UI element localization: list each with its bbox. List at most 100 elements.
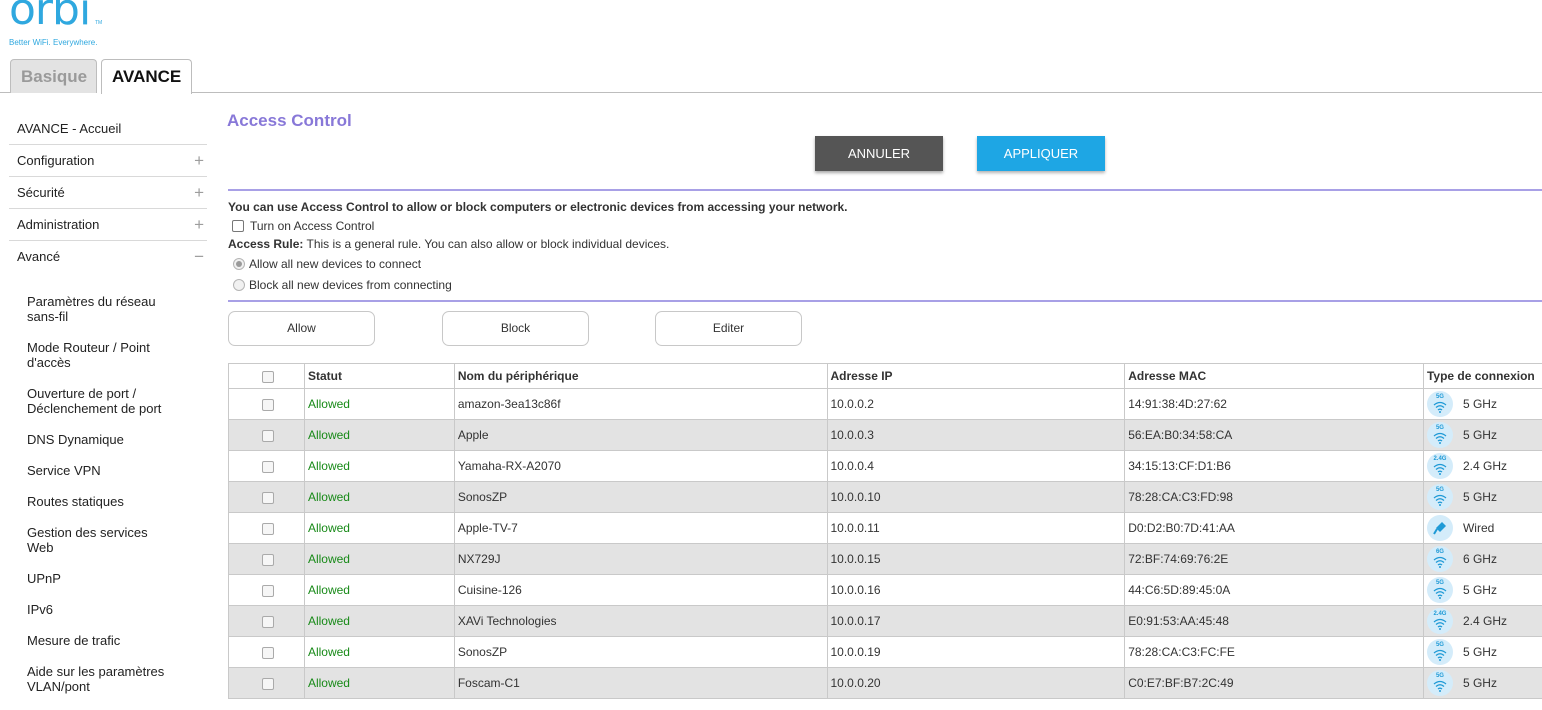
sidebar-subitem-vlan-bridge[interactable]: Aide sur les paramètres VLAN/pont bbox=[9, 664, 169, 694]
cancel-button[interactable]: ANNULER bbox=[815, 136, 943, 171]
row-checkbox[interactable] bbox=[262, 399, 274, 411]
table-row[interactable]: Allowed XAVi Technologies 10.0.0.17 E0:9… bbox=[229, 606, 1542, 637]
expand-plus-icon[interactable]: + bbox=[194, 209, 204, 241]
sidebar-item-label: Sécurité bbox=[17, 185, 65, 200]
row-connection-type: 2.4G 2.4 GHz bbox=[1423, 451, 1542, 482]
table-header-row: Statut Nom du périphérique Adresse IP Ad… bbox=[229, 364, 1542, 389]
mode-tabs: Basique AVANCE bbox=[10, 59, 192, 93]
sidebar-subitem-upnp[interactable]: UPnP bbox=[9, 571, 169, 586]
tab-divider bbox=[191, 92, 1542, 93]
band-label: 6G bbox=[1427, 549, 1453, 555]
tab-basique[interactable]: Basique bbox=[10, 59, 97, 93]
sidebar-item-avance[interactable]: Avancé − bbox=[9, 241, 207, 273]
sidebar-item-administration[interactable]: Administration + bbox=[9, 209, 207, 241]
sidebar-subitem-web-services[interactable]: Gestion des services Web bbox=[9, 525, 169, 555]
turn-on-checkbox[interactable] bbox=[232, 220, 244, 232]
row-checkbox[interactable] bbox=[262, 585, 274, 597]
row-checkbox[interactable] bbox=[262, 430, 274, 442]
table-row[interactable]: Allowed Yamaha-RX-A2070 10.0.0.4 34:15:1… bbox=[229, 451, 1542, 482]
header-connection-type[interactable]: Type de connexion bbox=[1423, 364, 1542, 389]
sidebar-subitem-traffic-meter[interactable]: Mesure de trafic bbox=[9, 633, 169, 648]
header-ip-address[interactable]: Adresse IP bbox=[827, 364, 1125, 389]
section-divider bbox=[228, 189, 1542, 191]
table-row[interactable]: Allowed SonosZP 10.0.0.19 78:28:CA:C3:FC… bbox=[229, 637, 1542, 668]
band-label: 5G bbox=[1427, 394, 1453, 400]
table-row[interactable]: Allowed Apple-TV-7 10.0.0.11 D0:D2:B0:7D… bbox=[229, 513, 1542, 544]
tab-avance[interactable]: AVANCE bbox=[101, 59, 192, 94]
table-row[interactable]: Allowed Apple 10.0.0.3 56:EA:B0:34:58:CA… bbox=[229, 420, 1542, 451]
wifi-band-icon: 5G bbox=[1427, 577, 1453, 603]
row-checkbox[interactable] bbox=[262, 554, 274, 566]
radio-block-label: Block all new devices from connecting bbox=[249, 278, 452, 292]
collapse-minus-icon[interactable]: − bbox=[194, 241, 204, 273]
row-mac-address: D0:D2:B0:7D:41:AA bbox=[1125, 513, 1424, 544]
row-select-cell bbox=[229, 451, 305, 482]
header-mac-address[interactable]: Adresse MAC bbox=[1125, 364, 1424, 389]
row-ip-address: 10.0.0.2 bbox=[827, 389, 1125, 420]
connection-type-label: 5 GHz bbox=[1463, 490, 1497, 504]
wifi-band-icon: 2.4G bbox=[1427, 453, 1453, 479]
allow-button[interactable]: Allow bbox=[228, 311, 375, 346]
wifi-band-icon: 5G bbox=[1427, 422, 1453, 448]
row-device-name: Foscam-C1 bbox=[454, 668, 827, 699]
header-device-name[interactable]: Nom du périphérique bbox=[454, 364, 827, 389]
header-status[interactable]: Statut bbox=[304, 364, 454, 389]
connection-type-label: 5 GHz bbox=[1463, 583, 1497, 597]
sidebar-item-configuration[interactable]: Configuration + bbox=[9, 145, 207, 177]
row-connection-type: 2.4G 2.4 GHz bbox=[1423, 606, 1542, 637]
row-checkbox[interactable] bbox=[262, 616, 274, 628]
row-ip-address: 10.0.0.10 bbox=[827, 482, 1125, 513]
row-status: Allowed bbox=[304, 668, 454, 699]
row-select-cell bbox=[229, 544, 305, 575]
row-select-cell bbox=[229, 668, 305, 699]
select-all-cell bbox=[229, 364, 305, 389]
ethernet-cable-icon bbox=[1427, 515, 1453, 541]
logo-wordmark: orbi bbox=[9, 0, 90, 32]
row-ip-address: 10.0.0.11 bbox=[827, 513, 1125, 544]
sidebar-subitem-port-forwarding[interactable]: Ouverture de port / Déclenchement de por… bbox=[9, 386, 169, 416]
sidebar-subitem-ipv6[interactable]: IPv6 bbox=[9, 602, 169, 617]
expand-plus-icon[interactable]: + bbox=[194, 145, 204, 177]
sidebar-item-label: Administration bbox=[17, 217, 99, 232]
select-all-checkbox[interactable] bbox=[262, 371, 274, 383]
row-device-name: NX729J bbox=[454, 544, 827, 575]
row-device-name: XAVi Technologies bbox=[454, 606, 827, 637]
radio-allow-label: Allow all new devices to connect bbox=[249, 257, 421, 271]
row-checkbox[interactable] bbox=[262, 523, 274, 535]
table-row[interactable]: Allowed SonosZP 10.0.0.10 78:28:CA:C3:FD… bbox=[229, 482, 1542, 513]
apply-button[interactable]: APPLIQUER bbox=[977, 136, 1105, 171]
row-checkbox[interactable] bbox=[262, 461, 274, 473]
radio-block-new-devices[interactable]: Block all new devices from connecting bbox=[233, 278, 452, 292]
band-label: 5G bbox=[1427, 642, 1453, 648]
sidebar-subitem-vpn[interactable]: Service VPN bbox=[9, 463, 169, 478]
sidebar-subitem-static-routes[interactable]: Routes statiques bbox=[9, 494, 169, 509]
edit-button[interactable]: Editer bbox=[655, 311, 802, 346]
row-checkbox[interactable] bbox=[262, 492, 274, 504]
table-row[interactable]: Allowed amazon-3ea13c86f 10.0.0.2 14:91:… bbox=[229, 389, 1542, 420]
row-status: Allowed bbox=[304, 451, 454, 482]
sidebar-subitem-dynamic-dns[interactable]: DNS Dynamique bbox=[9, 432, 169, 447]
row-checkbox[interactable] bbox=[262, 647, 274, 659]
turn-on-access-control[interactable]: Turn on Access Control bbox=[232, 219, 374, 233]
expand-plus-icon[interactable]: + bbox=[194, 177, 204, 209]
row-connection-type: 5G 5 GHz bbox=[1423, 420, 1542, 451]
sidebar-item-securite[interactable]: Sécurité + bbox=[9, 177, 207, 209]
row-mac-address: E0:91:53:AA:45:48 bbox=[1125, 606, 1424, 637]
row-status: Allowed bbox=[304, 637, 454, 668]
row-status: Allowed bbox=[304, 544, 454, 575]
sidebar-item-avance-accueil[interactable]: AVANCE - Accueil bbox=[9, 113, 207, 145]
table-row[interactable]: Allowed Foscam-C1 10.0.0.20 C0:E7:BF:B7:… bbox=[229, 668, 1542, 699]
radio-allow-new-devices[interactable]: Allow all new devices to connect bbox=[233, 257, 421, 271]
radio-block[interactable] bbox=[233, 279, 245, 291]
row-ip-address: 10.0.0.20 bbox=[827, 668, 1125, 699]
connection-type-label: 5 GHz bbox=[1463, 676, 1497, 690]
row-checkbox[interactable] bbox=[262, 678, 274, 690]
table-row[interactable]: Allowed NX729J 10.0.0.15 72:BF:74:69:76:… bbox=[229, 544, 1542, 575]
block-button[interactable]: Block bbox=[442, 311, 589, 346]
sidebar-subitem-wireless[interactable]: Paramètres du réseau sans-fil bbox=[9, 294, 169, 324]
row-mac-address: 78:28:CA:C3:FD:98 bbox=[1125, 482, 1424, 513]
sidebar-subitem-router-ap-mode[interactable]: Mode Routeur / Point d'accès bbox=[9, 340, 169, 370]
radio-allow[interactable] bbox=[233, 258, 245, 270]
row-select-cell bbox=[229, 513, 305, 544]
table-row[interactable]: Allowed Cuisine-126 10.0.0.16 44:C6:5D:8… bbox=[229, 575, 1542, 606]
